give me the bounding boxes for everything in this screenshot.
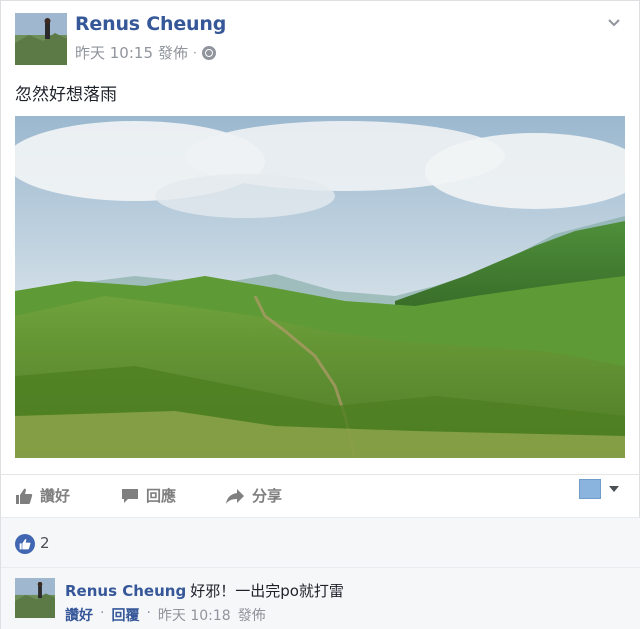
like-button[interactable]: 讚好 — [15, 485, 70, 506]
landscape-image — [15, 116, 625, 458]
like-reaction-icon[interactable] — [15, 534, 35, 554]
author-avatar[interactable] — [15, 13, 67, 65]
post-meta: 昨天 10:15 發佈 · — [75, 42, 216, 63]
comment-button[interactable]: 回應 — [121, 485, 176, 506]
comment-label: 回應 — [146, 487, 177, 505]
caret-down-icon — [609, 486, 619, 492]
speech-bubble-icon — [122, 488, 138, 503]
meta-separator: · — [193, 45, 197, 60]
globe-icon[interactable] — [201, 45, 216, 60]
comment-body: Renus Cheung 好邪！一出完po就打雷 — [65, 580, 344, 601]
author-name[interactable]: Renus Cheung — [75, 13, 226, 35]
comment-item: Renus Cheung 好邪！一出完po就打雷 讚好 · 回覆 · 昨天 10:… — [1, 567, 640, 629]
chevron-down-icon[interactable] — [607, 15, 621, 29]
commenter-name[interactable]: Renus Cheung — [65, 582, 186, 600]
comment-like-link[interactable]: 讚好 — [65, 605, 93, 625]
share-button[interactable]: 分享 — [225, 485, 282, 506]
share-label: 分享 — [252, 487, 283, 505]
thumbs-up-icon — [16, 488, 33, 504]
meta-separator: · — [100, 605, 105, 621]
post-card: Renus Cheung 昨天 10:15 發佈 · 忽然好想落雨 讚好 回應 … — [0, 0, 640, 629]
audience-selector[interactable] — [579, 479, 619, 499]
post-action: 發佈 — [158, 44, 189, 62]
reactions-bar: 2 — [1, 517, 640, 567]
action-bar: 讚好 回應 分享 — [1, 474, 640, 514]
comment-time[interactable]: 昨天 10:18 — [158, 605, 231, 625]
comment-meta: 讚好 · 回覆 · 昨天 10:18 發佈 — [65, 605, 266, 625]
post-photo[interactable] — [15, 116, 625, 458]
post-time[interactable]: 昨天 10:15 — [75, 42, 153, 63]
avatar-photo — [15, 13, 67, 65]
meta-separator: · — [146, 605, 151, 621]
like-label: 讚好 — [40, 487, 71, 505]
commenter-avatar[interactable] — [15, 578, 55, 618]
post-text: 忽然好想落雨 — [15, 85, 117, 105]
reaction-count[interactable]: 2 — [40, 534, 50, 552]
comment-reply-link[interactable]: 回覆 — [111, 605, 139, 625]
comment-text: 好邪！一出完po就打雷 — [190, 582, 344, 600]
comment-action: 發佈 — [237, 608, 266, 624]
share-arrow-icon — [226, 488, 244, 504]
thumbs-up-icon — [19, 539, 31, 550]
avatar-photo — [15, 578, 55, 618]
audience-swatch-icon — [579, 479, 601, 499]
